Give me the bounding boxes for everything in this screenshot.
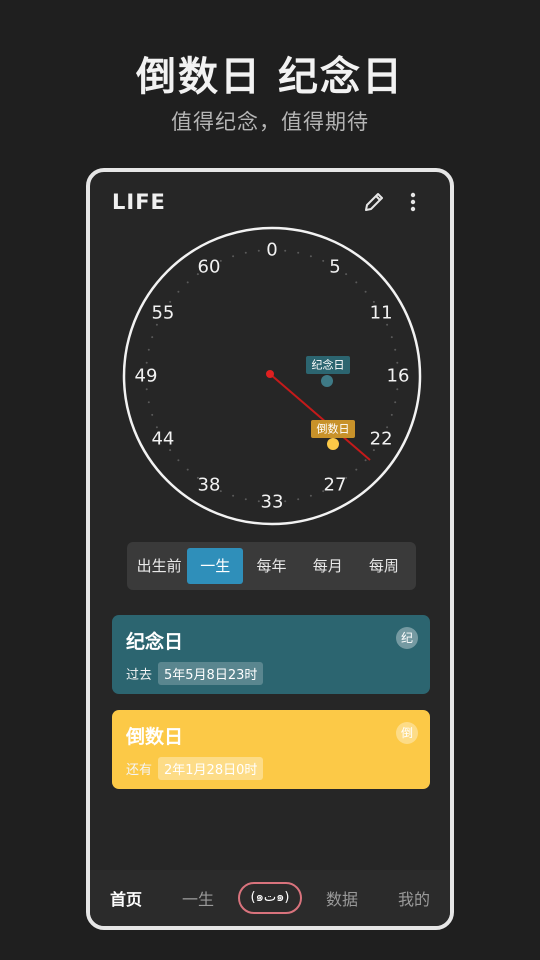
dial-tick bbox=[386, 323, 389, 326]
dial-tick bbox=[244, 251, 247, 254]
dial-label: 49 bbox=[135, 366, 158, 387]
dial-tick bbox=[145, 388, 148, 391]
nav-center[interactable]: (๑ت๑) bbox=[234, 882, 306, 914]
dial-tick bbox=[394, 401, 397, 404]
promo-subheadline: 值得纪念，值得期待 bbox=[171, 110, 369, 134]
dial-tick bbox=[394, 348, 397, 351]
dial-tick bbox=[151, 413, 154, 416]
anniversary-badge: 纪 bbox=[396, 627, 418, 649]
dial-tick bbox=[396, 388, 399, 391]
range-tabs: 出生前 一生 每年 每月 每周 bbox=[127, 542, 416, 590]
dial-tick bbox=[390, 336, 393, 339]
dial-tick bbox=[309, 494, 312, 497]
dial-tick bbox=[147, 401, 150, 404]
dial-tick bbox=[309, 255, 312, 258]
dial-tick bbox=[284, 500, 287, 503]
bottom-nav: 首页 一生 (๑ت๑) 数据 我的 bbox=[90, 870, 450, 926]
dial-tick bbox=[186, 468, 189, 471]
countdown-card[interactable]: 倒数日 还有 2年1月28日0时 倒 bbox=[112, 710, 430, 789]
dial-label: 0 bbox=[266, 240, 277, 261]
dial-tick bbox=[355, 468, 358, 471]
countdown-marker[interactable]: 倒数日 bbox=[311, 420, 355, 450]
dial-center-dot bbox=[266, 370, 274, 378]
app-title: LIFE bbox=[112, 190, 166, 214]
anniversary-tag-label: 纪念日 bbox=[312, 358, 345, 372]
dial-tick bbox=[396, 361, 399, 364]
dial-tick bbox=[345, 273, 348, 276]
dial-tick bbox=[177, 290, 180, 293]
countdown-card-title: 倒数日 bbox=[126, 726, 184, 748]
dial-label: 11 bbox=[370, 303, 393, 324]
dial-tick bbox=[155, 323, 158, 326]
dial-tick bbox=[390, 413, 393, 416]
more-vertical-icon[interactable] bbox=[403, 190, 423, 214]
dial-tick bbox=[232, 494, 235, 497]
dial-tick bbox=[244, 498, 247, 501]
dial-tick bbox=[284, 249, 287, 252]
dial-tick bbox=[297, 251, 300, 254]
promo-headline: 倒数日 纪念日 bbox=[136, 54, 404, 100]
countdown-tag-label: 倒数日 bbox=[317, 423, 350, 436]
countdown-badge: 倒 bbox=[396, 722, 418, 744]
life-dial: 0 5 11 16 22 27 33 38 44 49 55 60 纪念日 倒数日 bbox=[120, 224, 424, 528]
nav-center-button[interactable]: (๑ت๑) bbox=[238, 882, 302, 914]
dial-tick bbox=[364, 290, 367, 293]
anniversary-card[interactable]: 纪念日 过去 5年5月8日23时 纪 bbox=[112, 615, 430, 694]
dial-tick bbox=[257, 249, 260, 252]
anniversary-card-title: 纪念日 bbox=[126, 631, 184, 653]
pencil-icon[interactable] bbox=[362, 190, 386, 214]
tab-yearly[interactable]: 每年 bbox=[243, 548, 299, 584]
dial-tick bbox=[177, 459, 180, 462]
nav-home[interactable]: 首页 bbox=[90, 886, 162, 910]
dial-label: 38 bbox=[198, 475, 221, 496]
dial-label: 5 bbox=[329, 256, 340, 277]
nav-life[interactable]: 一生 bbox=[162, 886, 234, 910]
dial-tick bbox=[355, 281, 358, 284]
dial-tick bbox=[297, 498, 300, 501]
dial-tick bbox=[186, 281, 189, 284]
dial-tick bbox=[232, 255, 235, 258]
dial-label: 60 bbox=[198, 256, 221, 277]
dial-tick bbox=[151, 336, 154, 339]
anniversary-marker[interactable]: 纪念日 bbox=[306, 356, 350, 387]
dial-hand bbox=[269, 373, 371, 461]
dial-tick bbox=[147, 348, 150, 351]
nav-data[interactable]: 数据 bbox=[306, 886, 378, 910]
tab-before-birth[interactable]: 出生前 bbox=[131, 548, 187, 584]
tab-monthly[interactable]: 每月 bbox=[300, 548, 356, 584]
dial-tick bbox=[257, 500, 260, 503]
dial-label: 27 bbox=[324, 475, 347, 496]
dial-label: 55 bbox=[151, 303, 174, 324]
dial-label: 22 bbox=[370, 429, 393, 450]
dial-label: 44 bbox=[151, 429, 174, 450]
anniversary-prefix: 过去 bbox=[126, 668, 153, 683]
countdown-value: 2年1月28日0时 bbox=[158, 757, 264, 780]
dial-label: 33 bbox=[261, 492, 284, 513]
countdown-prefix: 还有 bbox=[126, 763, 153, 778]
dial-tick bbox=[145, 361, 148, 364]
tab-weekly[interactable]: 每周 bbox=[356, 548, 412, 584]
dial-tick bbox=[322, 259, 325, 262]
tab-lifetime[interactable]: 一生 bbox=[187, 548, 244, 584]
dial-tick bbox=[364, 459, 367, 462]
phone-frame: LIFE 0 5 11 16 22 27 33 38 44 49 55 60 纪念日 bbox=[86, 168, 454, 930]
nav-mine[interactable]: 我的 bbox=[378, 886, 450, 910]
anniversary-value: 5年5月8日23时 bbox=[158, 662, 264, 685]
dial-label: 16 bbox=[387, 366, 410, 387]
